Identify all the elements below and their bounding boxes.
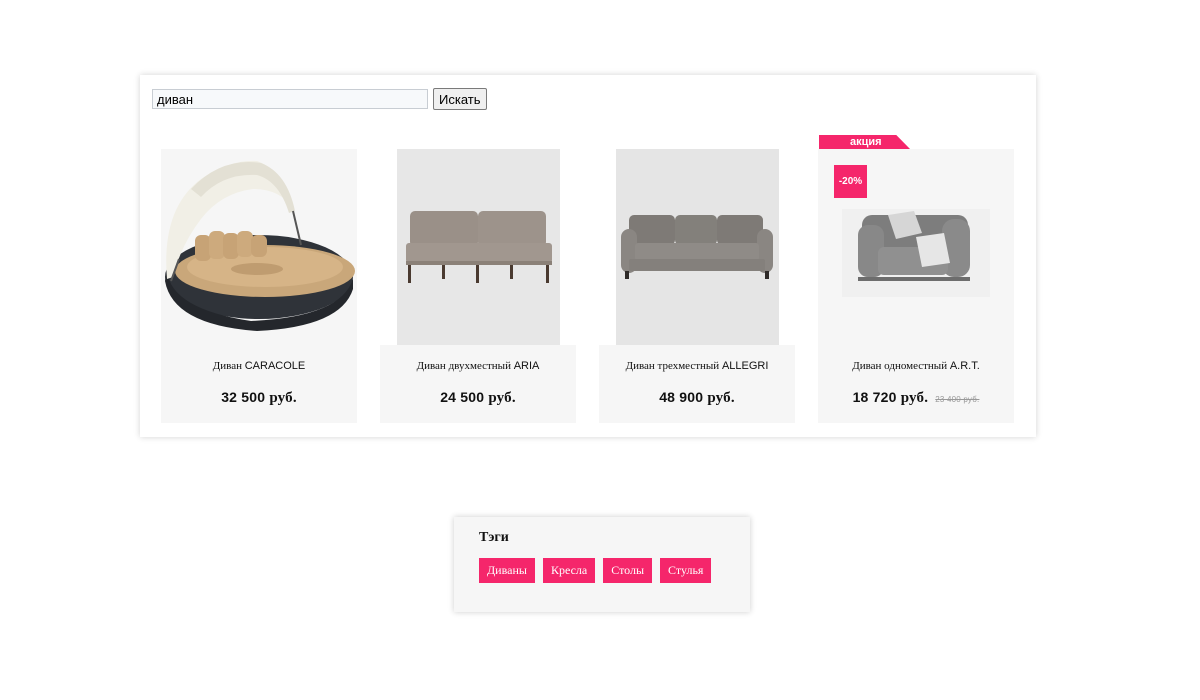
old-price: 23 400 руб.: [935, 395, 980, 404]
product-price: 48 900 руб.: [599, 389, 795, 407]
sofa-three-seat-image: [599, 149, 795, 345]
price-currency: руб.: [488, 390, 516, 406]
price-currency: руб.: [269, 390, 297, 406]
price-value: 48 900: [659, 389, 704, 405]
product-name[interactable]: Диван трехместный ALLEGRI: [599, 360, 795, 372]
product-card[interactable]: Диван CARACOLE 32 500 руб.: [161, 149, 357, 423]
price-value: 24 500: [440, 389, 485, 405]
product-image[interactable]: [161, 149, 357, 345]
tags-title: Тэги: [479, 530, 509, 545]
product-price: 32 500 руб.: [161, 389, 357, 407]
tags-list: Диваны Кресла Столы Стулья: [479, 558, 712, 583]
product-name[interactable]: Диван одноместный A.R.T.: [818, 360, 1014, 372]
product-price: 18 720 руб. 23 400 руб.: [818, 389, 1014, 407]
product-name-ru: Диван трехместный: [625, 360, 722, 372]
product-price: 24 500 руб.: [380, 389, 576, 407]
daybed-image: [165, 160, 355, 331]
product-name-ru: Диван одноместный: [852, 360, 950, 372]
product-name[interactable]: Диван CARACOLE: [161, 360, 357, 372]
product-image[interactable]: [599, 149, 795, 345]
product-name-latin: CARACOLE: [244, 360, 306, 372]
price-value: 18 720: [852, 389, 897, 405]
sofa-two-seat-image: [380, 149, 576, 345]
product-name-ru: Диван двухместный: [416, 360, 514, 372]
tag-divany[interactable]: Диваны: [479, 558, 535, 583]
discount-badge: -20%: [834, 165, 867, 198]
product-name-latin: A.R.T.: [949, 360, 980, 372]
product-image[interactable]: [380, 149, 576, 345]
search-results-panel: Искать Диван CARACOLE: [140, 75, 1036, 437]
product-card[interactable]: Диван трехместный ALLEGRI 48 900 руб.: [599, 149, 795, 423]
search-form: Искать: [152, 88, 487, 110]
price-value: 32 500: [221, 389, 266, 405]
tag-stulya[interactable]: Стулья: [660, 558, 712, 583]
tag-kresla[interactable]: Кресла: [542, 558, 596, 583]
price-currency: руб.: [900, 390, 929, 406]
product-name-latin: ALLEGRI: [721, 360, 769, 372]
tags-panel: Тэги Диваны Кресла Столы Стулья: [454, 517, 750, 612]
product-name-latin: ARIA: [513, 360, 540, 372]
product-card[interactable]: Диван двухместный ARIA 24 500 руб.: [380, 149, 576, 423]
search-input[interactable]: [152, 89, 428, 109]
promo-label: акция: [819, 135, 911, 150]
product-name[interactable]: Диван двухместный ARIA: [380, 360, 576, 372]
tag-stoly[interactable]: Столы: [603, 558, 653, 583]
product-name-ru: Диван: [212, 360, 245, 372]
product-card[interactable]: -20% Диван одноместный A.R.T. 18 720 руб…: [818, 149, 1014, 423]
price-currency: руб.: [707, 390, 735, 406]
search-button[interactable]: Искать: [433, 88, 487, 110]
